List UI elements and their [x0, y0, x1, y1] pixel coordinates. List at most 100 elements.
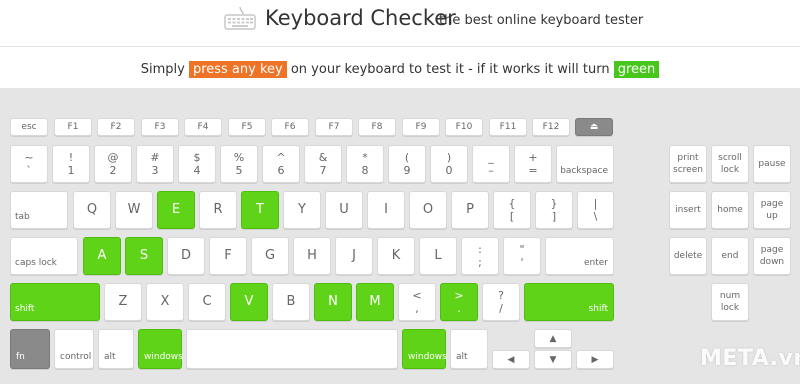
key-minus[interactable]: _ – — [472, 145, 510, 183]
keyboard-icon — [224, 6, 256, 30]
key-7[interactable]: & 7 — [304, 145, 342, 183]
key-period[interactable]: >. — [440, 283, 478, 321]
key-num-lock[interactable]: num lock — [711, 283, 749, 321]
instr-middle: on your keyboard to test it - if it work… — [286, 62, 614, 77]
key-comma[interactable]: <, — [398, 283, 436, 321]
arrow-up-icon: ▲ — [549, 333, 557, 344]
key-scroll-lock[interactable]: scroll lock — [711, 145, 749, 183]
key-arrow-up[interactable]: ▲ — [534, 329, 572, 348]
key-windows-left[interactable]: windows — [138, 329, 183, 369]
key-space[interactable] — [186, 329, 398, 369]
key-f3[interactable]: F3 — [141, 118, 179, 136]
key-x[interactable]: X — [146, 283, 184, 321]
key-pause[interactable]: pause — [753, 145, 791, 183]
key-w[interactable]: W — [115, 191, 153, 229]
key-4[interactable]: $4 — [178, 145, 216, 183]
key-f6[interactable]: F6 — [271, 118, 309, 136]
key-fn[interactable]: fn — [10, 329, 50, 369]
key-i[interactable]: I — [367, 191, 405, 229]
key-y[interactable]: Y — [283, 191, 321, 229]
key-r[interactable]: R — [199, 191, 237, 229]
arrow-left-icon: ◀ — [507, 354, 515, 365]
key-enter[interactable]: enter — [545, 237, 614, 275]
key-tilde[interactable]: ~ ` — [10, 145, 48, 183]
key-equals[interactable]: + = — [514, 145, 552, 183]
key-shift-right[interactable]: shift — [524, 283, 614, 321]
key-h[interactable]: H — [293, 237, 331, 275]
key-f[interactable]: F — [209, 237, 247, 275]
key-9[interactable]: (9 — [388, 145, 426, 183]
key-eject[interactable]: ⏏ — [575, 118, 613, 136]
key-print-screen[interactable]: print screen — [669, 145, 707, 183]
watermark-logo: META.vn — [700, 346, 800, 371]
key-f12[interactable]: F12 — [532, 118, 570, 136]
key-f5[interactable]: F5 — [228, 118, 266, 136]
key-1[interactable]: ! 1 — [52, 145, 90, 183]
key-f2[interactable]: F2 — [97, 118, 135, 136]
key-g[interactable]: G — [251, 237, 289, 275]
key-d[interactable]: D — [167, 237, 205, 275]
key-q[interactable]: Q — [73, 191, 111, 229]
key-p[interactable]: P — [451, 191, 489, 229]
key-alt-left[interactable]: alt — [98, 329, 134, 369]
instructions-text: Simply press any key on your keyboard to… — [0, 61, 800, 78]
key-shift-left[interactable]: shift — [10, 283, 100, 321]
key-l[interactable]: L — [419, 237, 457, 275]
key-s[interactable]: S — [125, 237, 163, 275]
key-f7[interactable]: F7 — [315, 118, 353, 136]
key-e[interactable]: E — [157, 191, 195, 229]
key-a[interactable]: A — [83, 237, 121, 275]
key-8[interactable]: * 8 — [346, 145, 384, 183]
key-delete[interactable]: delete — [669, 237, 707, 275]
key-left-bracket[interactable]: {[ — [493, 191, 531, 229]
key-z[interactable]: Z — [104, 283, 142, 321]
key-right-bracket[interactable]: }] — [535, 191, 573, 229]
keyboard-area: esc F1 F2 F3 F4 F5 F6 F7 F8 F9 F10 F11 F… — [0, 88, 800, 384]
key-insert[interactable]: insert — [669, 191, 707, 229]
key-3[interactable]: #3 — [136, 145, 174, 183]
key-arrow-down[interactable]: ▼ — [534, 350, 572, 369]
key-n[interactable]: N — [314, 283, 352, 321]
key-f10[interactable]: F10 — [445, 118, 483, 136]
key-k[interactable]: K — [377, 237, 415, 275]
key-arrow-right[interactable]: ▶ — [576, 350, 614, 369]
key-f9[interactable]: F9 — [402, 118, 440, 136]
key-m[interactable]: M — [356, 283, 394, 321]
key-u[interactable]: U — [325, 191, 363, 229]
key-o[interactable]: O — [409, 191, 447, 229]
green-highlight: green — [613, 61, 660, 78]
site-title[interactable]: Keyboard Checker — [265, 6, 456, 30]
key-f4[interactable]: F4 — [184, 118, 222, 136]
key-end[interactable]: end — [711, 237, 749, 275]
key-control[interactable]: control — [54, 329, 94, 369]
key-backslash[interactable]: | \ — [577, 191, 614, 229]
key-caps-lock[interactable]: caps lock — [10, 237, 78, 275]
key-f11[interactable]: F11 — [489, 118, 527, 136]
eject-icon: ⏏ — [589, 122, 599, 132]
key-home[interactable]: home — [711, 191, 749, 229]
key-v[interactable]: V — [230, 283, 268, 321]
key-c[interactable]: C — [188, 283, 226, 321]
key-page-down[interactable]: page down — [753, 237, 791, 275]
key-slash[interactable]: ? / — [482, 283, 520, 321]
key-semicolon[interactable]: :; — [461, 237, 499, 275]
arrow-right-icon: ▶ — [591, 354, 599, 365]
key-f8[interactable]: F8 — [358, 118, 396, 136]
key-f1[interactable]: F1 — [54, 118, 92, 136]
key-tab[interactable]: tab — [10, 191, 68, 229]
key-t[interactable]: T — [241, 191, 279, 229]
key-j[interactable]: J — [335, 237, 373, 275]
site-subtitle: the best online keyboard tester — [439, 13, 644, 28]
key-5[interactable]: % 5 — [220, 145, 258, 183]
key-alt-right[interactable]: alt — [450, 329, 488, 369]
key-arrow-left[interactable]: ◀ — [492, 350, 530, 369]
key-esc[interactable]: esc — [10, 118, 48, 136]
key-0[interactable]: ) 0 — [430, 145, 468, 183]
key-page-up[interactable]: page up — [753, 191, 791, 229]
key-backspace[interactable]: backspace — [556, 145, 614, 183]
key-b[interactable]: B — [272, 283, 310, 321]
key-2[interactable]: @2 — [94, 145, 132, 183]
key-windows-right[interactable]: windows — [402, 329, 447, 369]
key-6[interactable]: ^ 6 — [262, 145, 300, 183]
key-quote[interactable]: " ' — [503, 237, 541, 275]
